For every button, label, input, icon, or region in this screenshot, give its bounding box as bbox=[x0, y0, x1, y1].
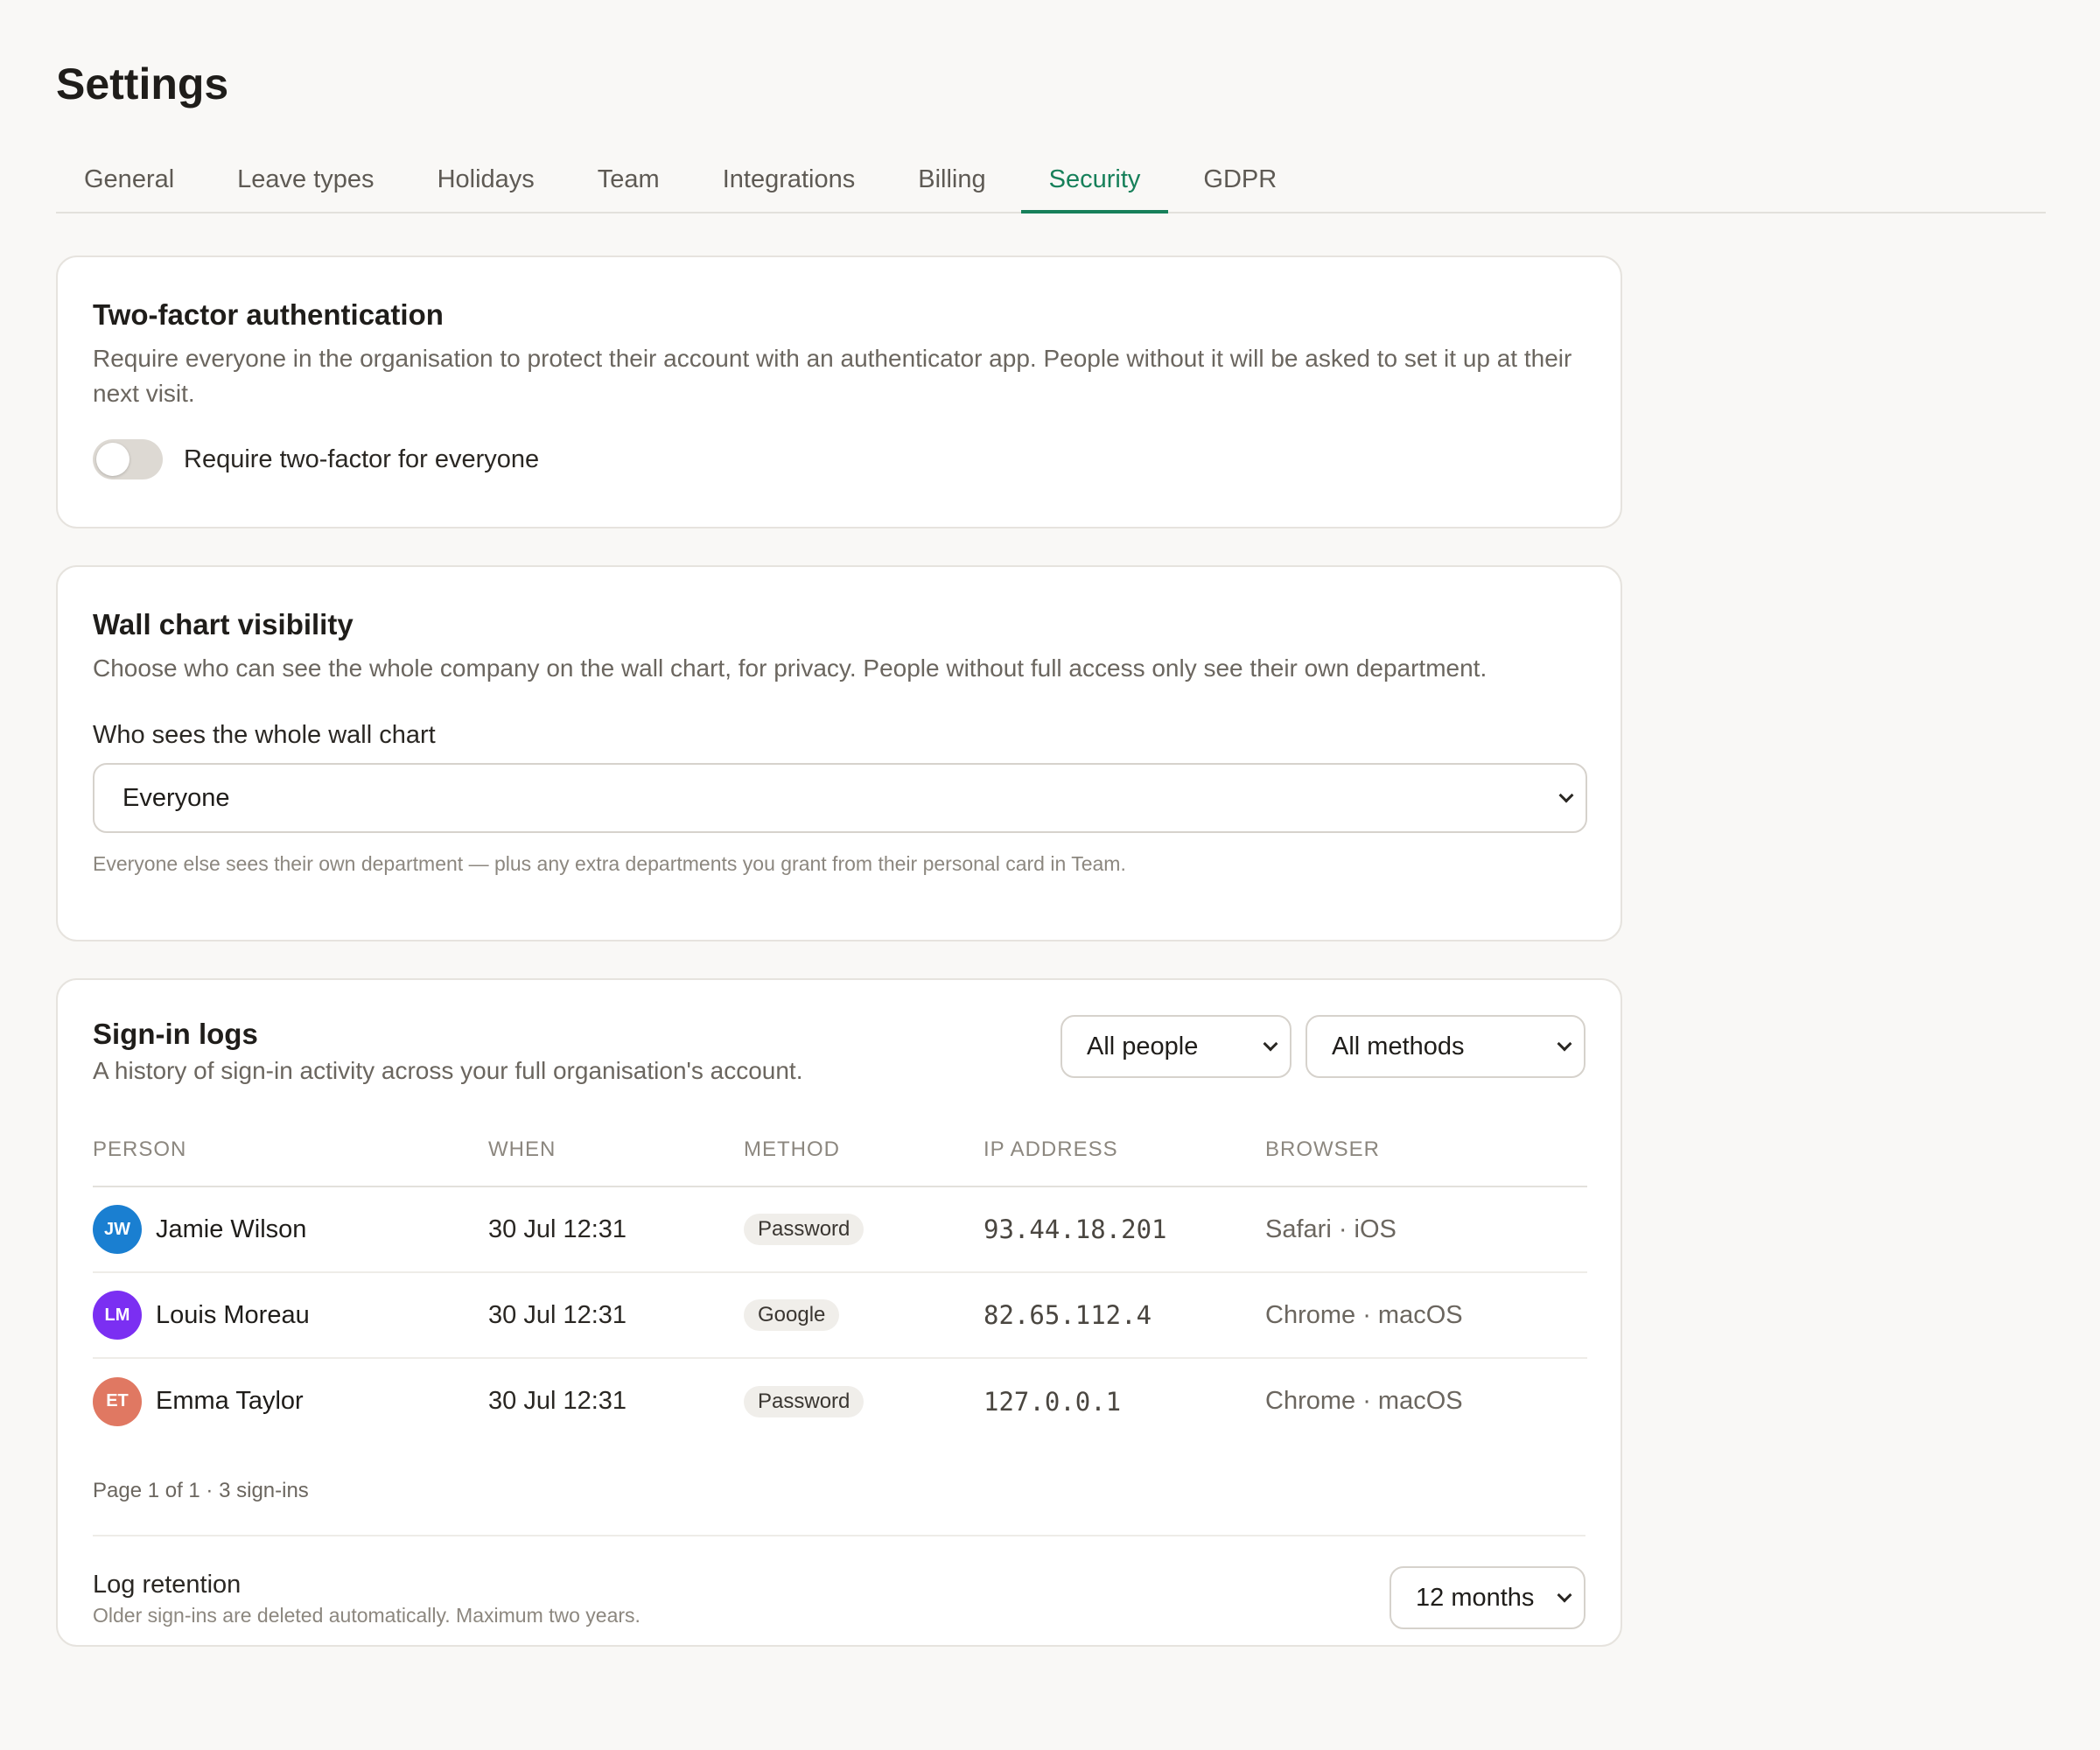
sign-in-logs-header: Sign-in logs A history of sign-in activi… bbox=[93, 1015, 1586, 1088]
table-row: ET Emma Taylor 30 Jul 12:31 Password 127… bbox=[93, 1358, 1587, 1444]
toggle-knob bbox=[96, 443, 130, 476]
log-retention-text: Log retention Older sign-ins are deleted… bbox=[93, 1569, 640, 1628]
chevron-down-icon bbox=[1557, 1587, 1572, 1603]
table-row: LM Louis Moreau 30 Jul 12:31 Google 82.6… bbox=[93, 1272, 1587, 1359]
method-badge: Password bbox=[744, 1214, 864, 1245]
tab-integrations[interactable]: Integrations bbox=[695, 161, 884, 214]
browser-cell: Safari · iOS bbox=[1265, 1186, 1587, 1273]
when-cell: 30 Jul 12:31 bbox=[488, 1186, 744, 1273]
ip-address-cell: 93.44.18.201 bbox=[984, 1186, 1265, 1273]
table-row: JW Jamie Wilson 30 Jul 12:31 Password 93… bbox=[93, 1186, 1587, 1273]
sign-in-logs-table: PERSON WHEN METHOD IP ADDRESS BROWSER JW… bbox=[93, 1132, 1587, 1444]
ip-address-cell: 82.65.112.4 bbox=[984, 1272, 1265, 1359]
log-retention-title: Log retention bbox=[93, 1570, 242, 1599]
table-header-row: PERSON WHEN METHOD IP ADDRESS BROWSER bbox=[93, 1132, 1587, 1187]
people-filter-value: All people bbox=[1087, 1032, 1199, 1060]
pagination-summary: Page 1 of 1 · 3 sign-ins bbox=[93, 1479, 309, 1502]
wall-chart-hint: Everyone else sees their own department … bbox=[93, 852, 1126, 875]
two-factor-description: Require everyone in the organisation to … bbox=[93, 345, 1572, 407]
tab-leave-types[interactable]: Leave types bbox=[209, 161, 402, 214]
person: ET Emma Taylor bbox=[93, 1376, 488, 1426]
browser-cell: Chrome · macOS bbox=[1265, 1272, 1587, 1359]
two-factor-title: Two-factor authentication bbox=[93, 298, 444, 331]
sign-in-logs-title: Sign-in logs bbox=[93, 1018, 258, 1050]
tab-holidays[interactable]: Holidays bbox=[410, 161, 563, 214]
chevron-down-icon bbox=[1263, 1036, 1278, 1052]
wall-chart-field-label: Who sees the whole wall chart bbox=[93, 721, 436, 749]
column-header-person: PERSON bbox=[93, 1132, 488, 1187]
log-retention-select[interactable]: 12 months bbox=[1390, 1566, 1586, 1629]
two-factor-card: Two-factor authentication Require everyo… bbox=[56, 256, 1622, 528]
method-badge: Password bbox=[744, 1385, 864, 1418]
page-title: Settings bbox=[56, 60, 229, 108]
column-header-method: METHOD bbox=[744, 1132, 984, 1187]
tab-security[interactable]: Security bbox=[1020, 161, 1169, 214]
chevron-down-icon bbox=[1558, 788, 1574, 803]
method-cell: Google bbox=[744, 1272, 984, 1359]
sign-in-logs-card: Sign-in logs A history of sign-in activi… bbox=[56, 978, 1622, 1647]
method-cell: Password bbox=[744, 1186, 984, 1273]
person-cell: JW Jamie Wilson bbox=[93, 1186, 488, 1273]
ip-address-cell: 127.0.0.1 bbox=[984, 1386, 1122, 1417]
person-name: Jamie Wilson bbox=[156, 1214, 307, 1243]
avatar: ET bbox=[93, 1376, 142, 1426]
column-header-ip-address: IP ADDRESS bbox=[984, 1132, 1265, 1187]
settings-tabs: General Leave types Holidays Team Integr… bbox=[56, 161, 2046, 214]
methods-filter-value: All methods bbox=[1332, 1032, 1465, 1060]
two-factor-toggle-row: Require two-factor for everyone bbox=[93, 439, 1586, 480]
person-cell: ET Emma Taylor bbox=[93, 1358, 488, 1444]
methods-filter-select[interactable]: All methods bbox=[1306, 1015, 1586, 1078]
log-retention-hint: Older sign-ins are deleted automatically… bbox=[93, 1603, 640, 1627]
person-name: Louis Moreau bbox=[156, 1300, 310, 1329]
wall-chart-card: Wall chart visibility Choose who can see… bbox=[56, 565, 1622, 942]
when-cell: 30 Jul 12:31 bbox=[488, 1272, 744, 1359]
browser-cell: Chrome · macOS bbox=[1265, 1387, 1463, 1415]
person-name: Emma Taylor bbox=[156, 1387, 304, 1415]
tab-general[interactable]: General bbox=[56, 161, 202, 214]
method-cell: Password bbox=[744, 1358, 984, 1444]
tab-billing[interactable]: Billing bbox=[890, 161, 1013, 214]
tab-team[interactable]: Team bbox=[570, 161, 688, 214]
wall-chart-select[interactable]: Everyone bbox=[93, 763, 1587, 833]
column-header-when: WHEN bbox=[488, 1132, 744, 1187]
log-retention-value: 12 months bbox=[1416, 1583, 1535, 1612]
people-filter-select[interactable]: All people bbox=[1060, 1015, 1292, 1078]
avatar: LM bbox=[93, 1291, 142, 1340]
person: JW Jamie Wilson bbox=[93, 1205, 488, 1254]
sign-in-logs-description: A history of sign-in activity across you… bbox=[93, 1057, 803, 1084]
two-factor-toggle-label: Require two-factor for everyone bbox=[184, 444, 540, 473]
avatar: JW bbox=[93, 1205, 142, 1254]
chevron-down-icon bbox=[1557, 1036, 1572, 1052]
wall-chart-description: Choose who can see the whole company on … bbox=[93, 654, 1488, 682]
when-cell: 30 Jul 12:31 bbox=[488, 1387, 627, 1415]
settings-page: Settings General Leave types Holidays Te… bbox=[0, 0, 2100, 1750]
sign-in-logs-heading: Sign-in logs A history of sign-in activi… bbox=[93, 1015, 803, 1088]
wall-chart-title: Wall chart visibility bbox=[93, 608, 354, 640]
person-cell: LM Louis Moreau bbox=[93, 1272, 488, 1359]
person: LM Louis Moreau bbox=[93, 1291, 488, 1340]
sign-in-logs-filters: All people All methods bbox=[1060, 1015, 1586, 1088]
tab-gdpr[interactable]: GDPR bbox=[1175, 161, 1305, 214]
column-header-browser: BROWSER bbox=[1265, 1132, 1587, 1187]
log-retention-row: Log retention Older sign-ins are deleted… bbox=[93, 1535, 1586, 1629]
method-badge: Google bbox=[744, 1299, 840, 1331]
two-factor-toggle[interactable] bbox=[93, 439, 163, 480]
wall-chart-select-value: Everyone bbox=[122, 783, 230, 812]
